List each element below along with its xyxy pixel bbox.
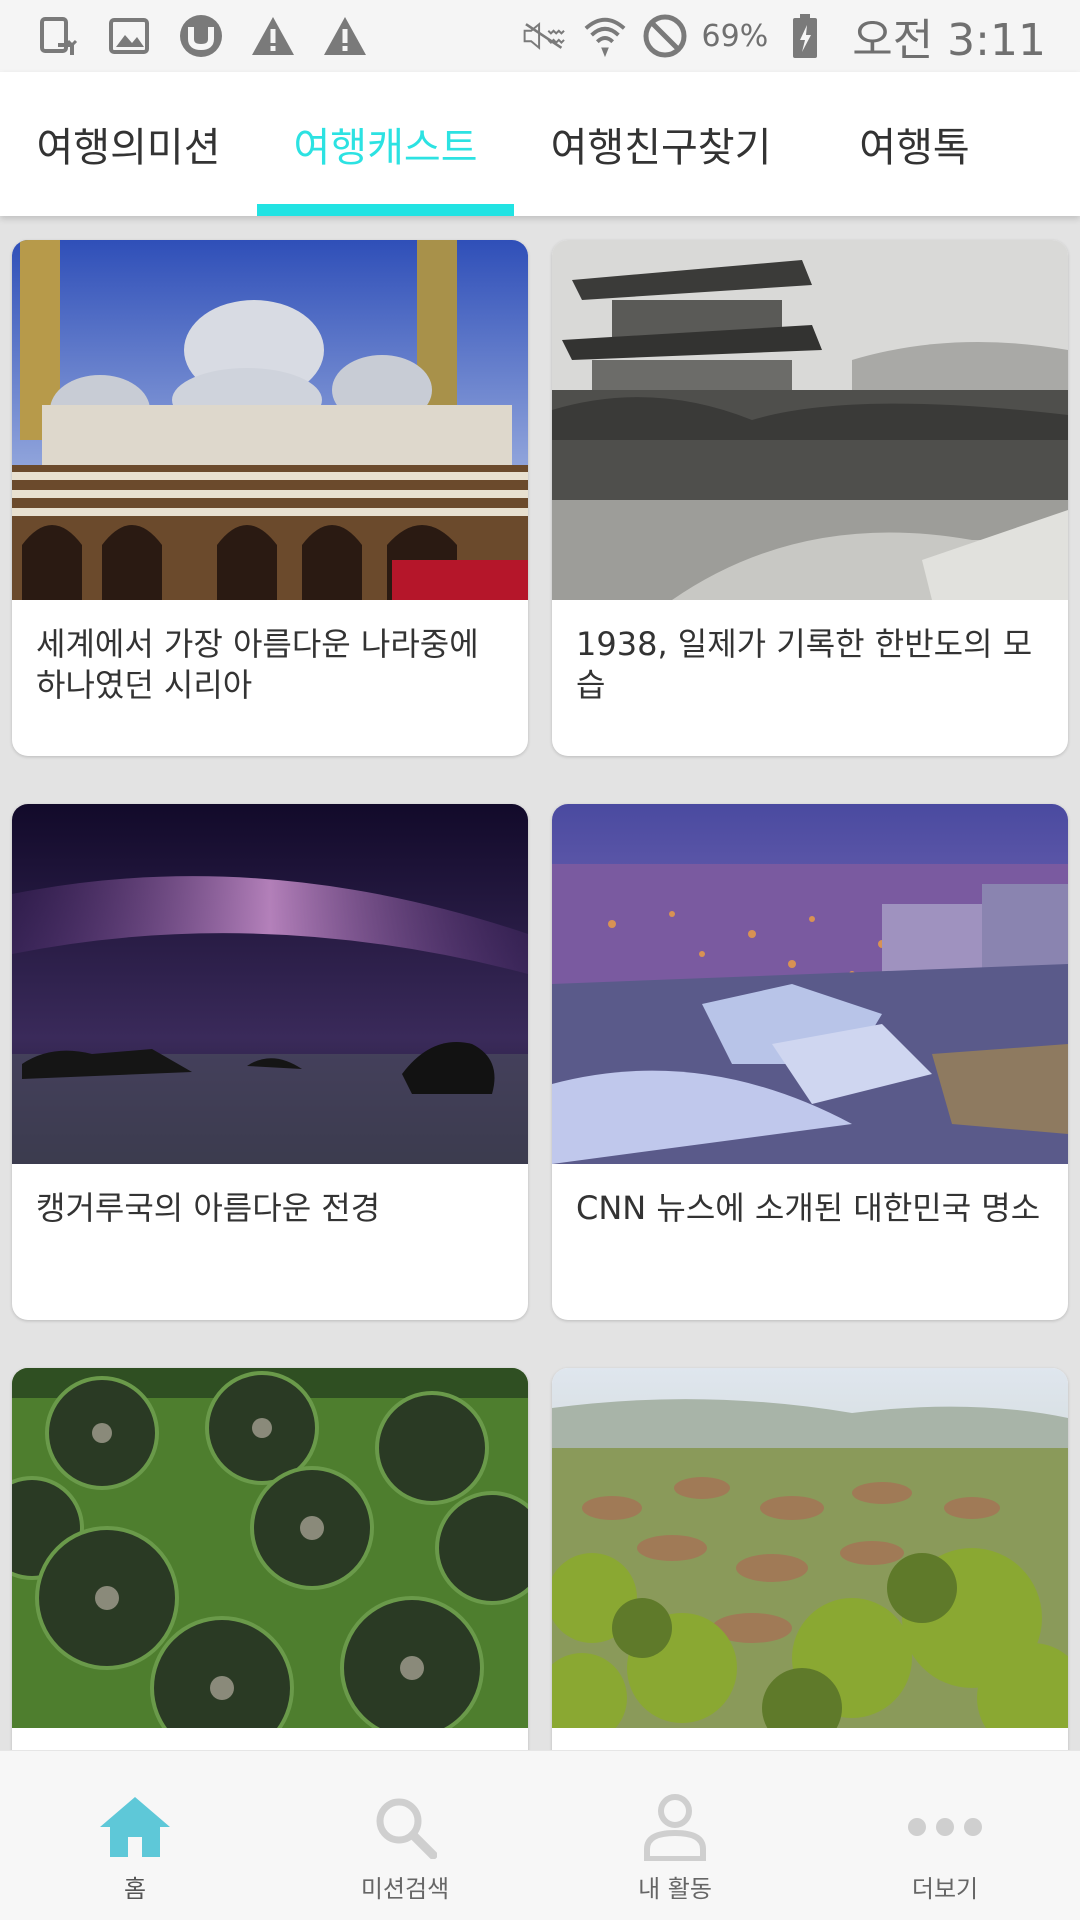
clock: 오전 3:11: [852, 15, 1046, 66]
battery-charging-icon: [782, 13, 828, 59]
do-not-disturb-icon: [642, 13, 688, 59]
search-icon: [365, 1791, 445, 1863]
active-tab-indicator: [257, 204, 514, 216]
night-village-photo: [552, 804, 1068, 1164]
battery-percent: 69%: [701, 18, 769, 54]
tab-find-travel-friends[interactable]: 여행친구찾기: [514, 72, 808, 216]
nav-my-activity[interactable]: 내 활동: [540, 1751, 810, 1920]
nav-mission-search[interactable]: 미션검색: [270, 1751, 540, 1920]
cast-card[interactable]: 1938, 일제가 기록한 한반도의 모습: [552, 240, 1068, 756]
gallery-icon: [106, 13, 152, 59]
mute-icon: [522, 13, 568, 59]
home-icon: [95, 1791, 175, 1863]
cast-card[interactable]: [552, 1368, 1068, 1750]
cast-card[interactable]: 캥거루국의 아름다운 전경: [12, 804, 528, 1320]
card-title: 캥거루국의 아름다운 전경: [36, 1189, 381, 1227]
nav-label: 미션검색: [360, 1875, 450, 1903]
warning-icon: [322, 13, 368, 59]
nav-label: 홈: [123, 1875, 147, 1903]
milky-way-photo: [12, 804, 528, 1164]
nav-more[interactable]: 더보기: [810, 1751, 1080, 1920]
status-bar: 69% 오전 3:11: [0, 0, 1080, 72]
thatched-village-photo: [552, 1368, 1068, 1728]
wifi-icon: [582, 13, 628, 59]
top-tab-bar: 여행의미션 여행캐스트 여행친구찾기 여행톡: [0, 72, 1080, 216]
cast-card[interactable]: 세계에서 가장 아름다운 나라중에 하나였던 시리아: [12, 240, 528, 756]
nav-home[interactable]: 홈: [0, 1751, 270, 1920]
tab-travel-talk[interactable]: 여행톡: [808, 72, 1021, 216]
bottom-navigation: 홈 미션검색 내 활동 더보기: [0, 1750, 1080, 1920]
warning-icon: [250, 13, 296, 59]
travel-cast-feed[interactable]: 세계에서 가장 아름다운 나라중에 하나였던 시리아 1938, 일제가 기록한…: [0, 216, 1080, 1750]
nav-label: 더보기: [911, 1875, 979, 1903]
more-dots-icon: [905, 1791, 985, 1863]
tab-travel-mission[interactable]: 여행의미션: [0, 72, 257, 216]
circular-gardens-aerial-photo: [12, 1368, 528, 1728]
cast-card[interactable]: [12, 1368, 528, 1750]
screen-rotate-icon: [34, 13, 80, 59]
card-title: 세계에서 가장 아름다운 나라중에 하나였던 시리아: [36, 625, 479, 704]
person-icon: [635, 1791, 715, 1863]
mosque-photo: [12, 240, 528, 600]
card-title: CNN 뉴스에 소개된 대한민국 명소: [576, 1189, 1041, 1227]
historic-gate-photo: [552, 240, 1068, 600]
torrent-icon: [178, 13, 224, 59]
nav-label: 내 활동: [638, 1875, 712, 1903]
tab-travel-cast[interactable]: 여행캐스트: [257, 72, 514, 216]
cast-card[interactable]: CNN 뉴스에 소개된 대한민국 명소: [552, 804, 1068, 1320]
card-title: 1938, 일제가 기록한 한반도의 모습: [576, 625, 1033, 704]
